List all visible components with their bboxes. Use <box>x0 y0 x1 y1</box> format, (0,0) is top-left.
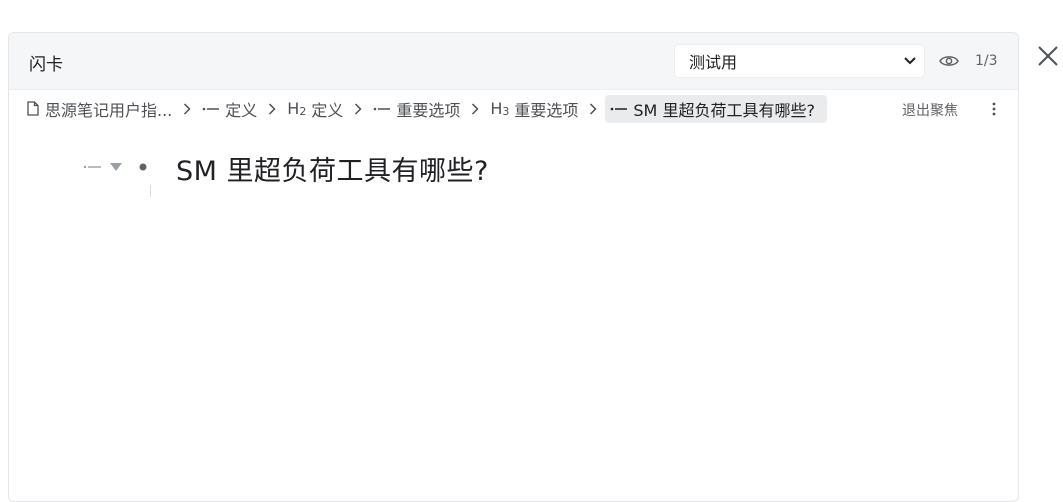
list-item-icon <box>611 107 628 110</box>
chevron-right-icon <box>589 102 597 115</box>
card-heading[interactable]: SM 里超负荷工具有哪些? <box>176 149 489 188</box>
bullet-icon[interactable] <box>138 162 148 172</box>
breadcrumb-item-document[interactable]: 思源笔记用户指... <box>24 95 175 123</box>
block-gutter <box>83 145 148 189</box>
list-item-icon <box>374 107 391 110</box>
flashcard-dialog: 闪卡 测试用 1/3 思源笔记用户指... 定义 H2 定义 重要选项 H3 重… <box>8 32 1019 502</box>
chevron-right-icon <box>268 102 276 115</box>
breadcrumb-label: 思源笔记用户指... <box>45 100 173 120</box>
eye-icon[interactable] <box>939 53 959 69</box>
breadcrumb-label: 定义 <box>225 100 258 120</box>
close-button[interactable] <box>1034 42 1062 70</box>
block-guide-line <box>150 185 151 197</box>
more-vertical-icon[interactable] <box>989 100 999 118</box>
heading-2-icon: H2 <box>287 99 307 118</box>
heading-3-icon: H3 <box>490 99 510 118</box>
breadcrumb-item-list-1[interactable]: 定义 <box>199 95 260 123</box>
breadcrumb-item-list-2[interactable]: 重要选项 <box>370 95 463 123</box>
breadcrumb-item-heading-3[interactable]: H3 重要选项 <box>487 95 581 123</box>
list-item-icon[interactable] <box>83 162 103 172</box>
breadcrumb: 思源笔记用户指... 定义 H2 定义 重要选项 H3 重要选项 SM 里超负荷… <box>9 90 1018 127</box>
exit-focus-button[interactable]: 退出聚焦 <box>902 100 958 120</box>
chevron-right-icon <box>354 102 362 115</box>
card-content: SM 里超负荷工具有哪些? <box>9 127 1018 497</box>
dialog-header: 闪卡 测试用 1/3 <box>9 33 1018 90</box>
deck-select[interactable]: 测试用 <box>674 44 925 78</box>
breadcrumb-item-current[interactable]: SM 里超负荷工具有哪些? <box>605 94 827 123</box>
chevron-right-icon <box>183 102 191 115</box>
dialog-title: 闪卡 <box>29 55 63 75</box>
chevron-down-icon <box>904 57 916 65</box>
breadcrumb-label: 定义 <box>311 100 344 120</box>
close-icon <box>1038 46 1058 66</box>
list-item-icon <box>202 107 220 110</box>
breadcrumb-label: 重要选项 <box>514 100 579 120</box>
breadcrumb-item-heading-2[interactable]: H2 定义 <box>284 95 346 123</box>
breadcrumb-label: 重要选项 <box>396 100 461 120</box>
document-icon <box>27 101 39 116</box>
breadcrumb-label: SM 里超负荷工具有哪些? <box>633 100 815 120</box>
collapse-triangle-icon[interactable] <box>109 161 123 173</box>
chevron-right-icon <box>471 102 479 115</box>
deck-select-value: 测试用 <box>689 53 738 72</box>
card-counter: 1/3 <box>975 53 998 69</box>
